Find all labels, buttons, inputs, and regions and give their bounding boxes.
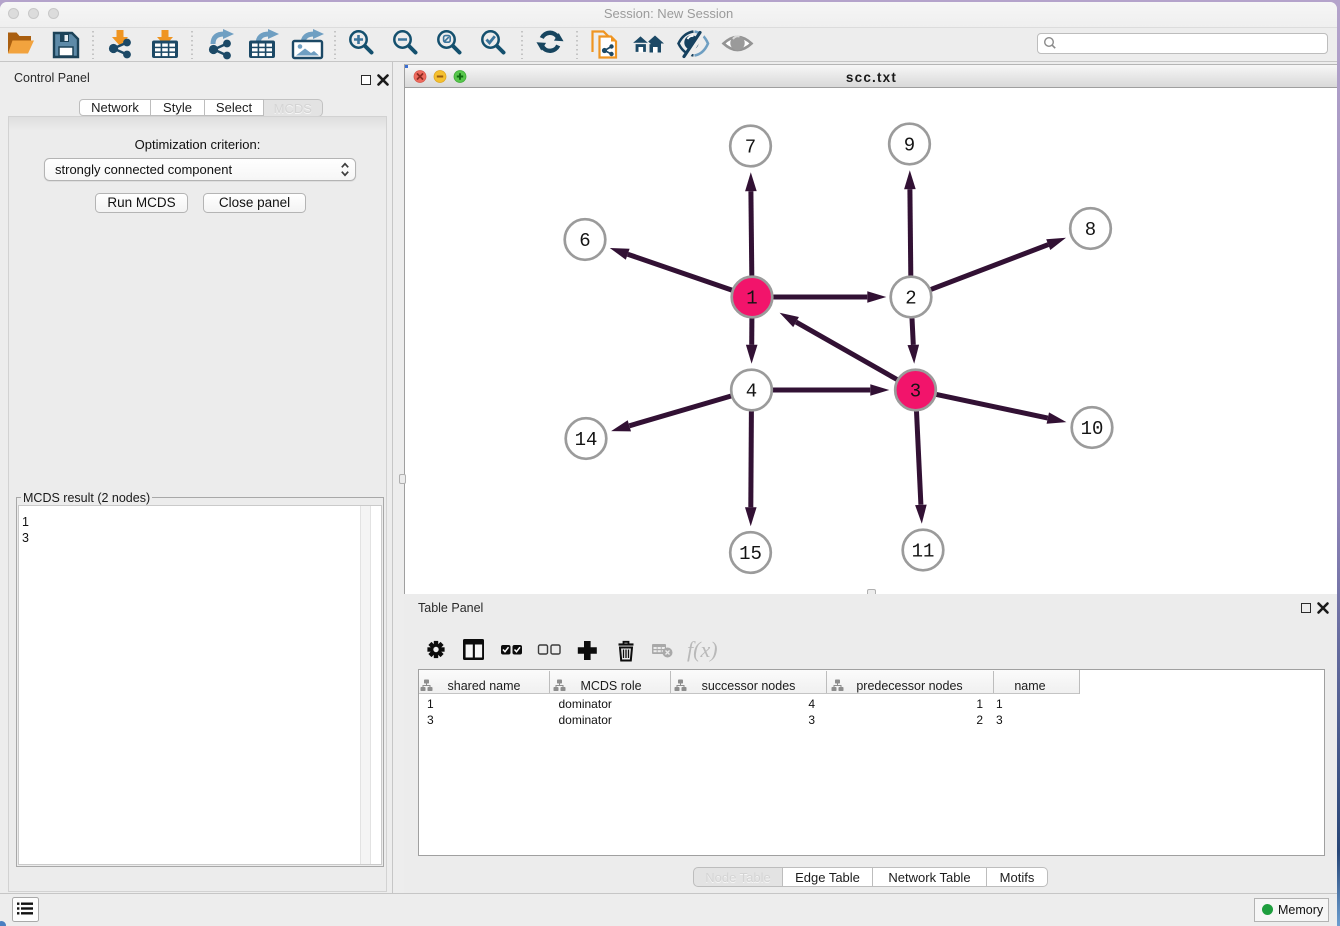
svg-text:f(x): f(x) — [687, 637, 718, 662]
svg-text:15: 15 — [739, 543, 762, 565]
svg-text:9: 9 — [903, 135, 914, 157]
svg-text:4: 4 — [745, 381, 756, 403]
svg-text:3: 3 — [909, 381, 920, 403]
svg-text:11: 11 — [911, 541, 934, 563]
svg-text:1: 1 — [746, 288, 757, 310]
svg-text:6: 6 — [579, 230, 590, 252]
svg-text:2: 2 — [905, 288, 916, 310]
svg-text:14: 14 — [574, 429, 597, 451]
svg-text:8: 8 — [1084, 219, 1095, 241]
svg-text:7: 7 — [744, 137, 755, 159]
svg-text:10: 10 — [1080, 418, 1103, 440]
